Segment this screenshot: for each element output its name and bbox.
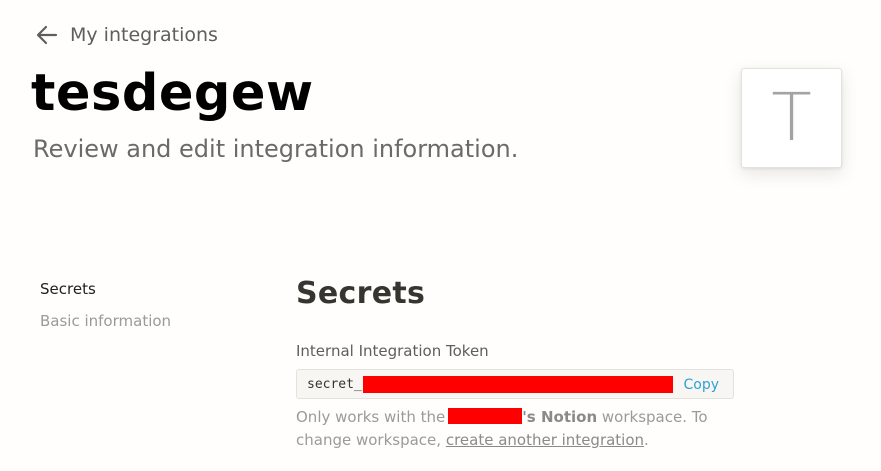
sidebar-item-basic-information[interactable]: Basic information: [40, 310, 171, 332]
back-to-integrations-link[interactable]: My integrations: [36, 22, 218, 48]
sidebar-item-secrets[interactable]: Secrets: [40, 278, 171, 300]
integration-avatar[interactable]: T: [741, 68, 842, 168]
help-prefix: Only works with the: [296, 408, 446, 426]
integration-page: My integrations tesdegew Review and edit…: [0, 0, 881, 471]
page-title: tesdegew: [31, 64, 314, 123]
token-field-label: Internal Integration Token: [296, 342, 489, 360]
workspace-name-redaction: [448, 408, 523, 424]
copy-token-button[interactable]: Copy: [683, 376, 719, 394]
token-redaction: [363, 376, 673, 393]
help-end: .: [644, 431, 649, 449]
workspace-name-suffix: 's Notion: [522, 408, 598, 426]
settings-sidebar: Secrets Basic information: [40, 278, 171, 342]
section-title: Secrets: [296, 276, 426, 311]
arrow-left-icon: [36, 25, 58, 45]
back-link-label: My integrations: [70, 24, 218, 46]
page-subtitle: Review and edit integration information.: [33, 135, 519, 163]
avatar-letter: T: [771, 79, 812, 156]
workspace-help-text: Only works with the's Notion workspace. …: [296, 406, 736, 452]
token-field[interactable]: secret_ Copy: [296, 369, 734, 399]
create-another-integration-link[interactable]: create another integration: [446, 431, 644, 449]
token-value: secret_: [307, 377, 362, 392]
